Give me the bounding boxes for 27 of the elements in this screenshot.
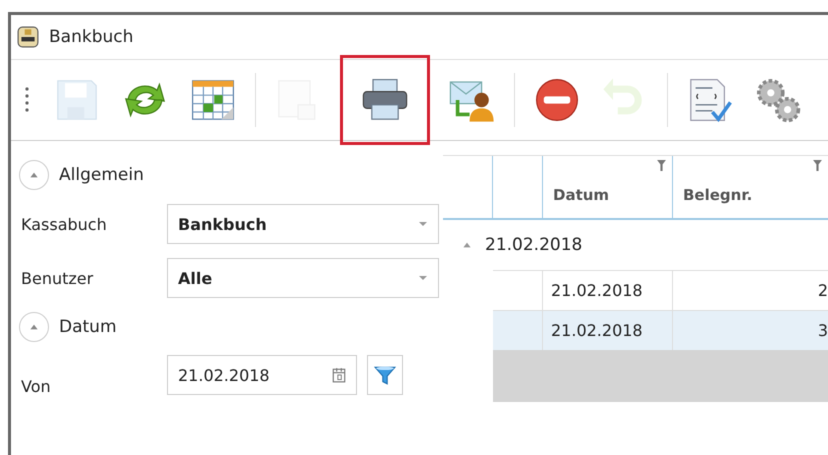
table-row[interactable]: 21.02.2018 3 <box>493 310 828 350</box>
filter-icon[interactable] <box>813 160 822 171</box>
minus-circle-icon <box>533 76 581 124</box>
field-label: Benutzer <box>20 268 94 288</box>
settings-icon <box>754 76 802 124</box>
app-icon <box>17 26 39 48</box>
field-label: Von <box>20 376 52 396</box>
filter-button[interactable] <box>367 355 403 395</box>
filter-icon[interactable] <box>657 160 666 171</box>
calendar-icon[interactable] <box>332 367 346 383</box>
table-cell: 3 <box>818 321 828 340</box>
dropdown-field[interactable]: Alle <box>167 258 439 298</box>
section-title: Allgemein <box>59 165 144 185</box>
table-cell: 2 <box>818 281 828 300</box>
column-header[interactable]: Belegnr. <box>683 186 752 204</box>
caret-icon <box>418 221 428 227</box>
dropdown-field[interactable]: Bankbuch <box>167 204 439 244</box>
date-field[interactable]: 21.02.2018 <box>167 355 357 395</box>
window-title: Bankbuch <box>49 27 134 47</box>
group-label: 21.02.2018 <box>485 235 582 255</box>
column-header[interactable]: Datum <box>553 186 610 204</box>
section-title: Datum <box>59 317 117 337</box>
table-cell: 21.02.2018 <box>551 321 643 340</box>
field-label: Kassabuch <box>20 214 108 234</box>
caret-icon <box>418 275 428 281</box>
table-cell: 21.02.2018 <box>551 281 643 300</box>
print-button[interactable] <box>340 55 430 145</box>
